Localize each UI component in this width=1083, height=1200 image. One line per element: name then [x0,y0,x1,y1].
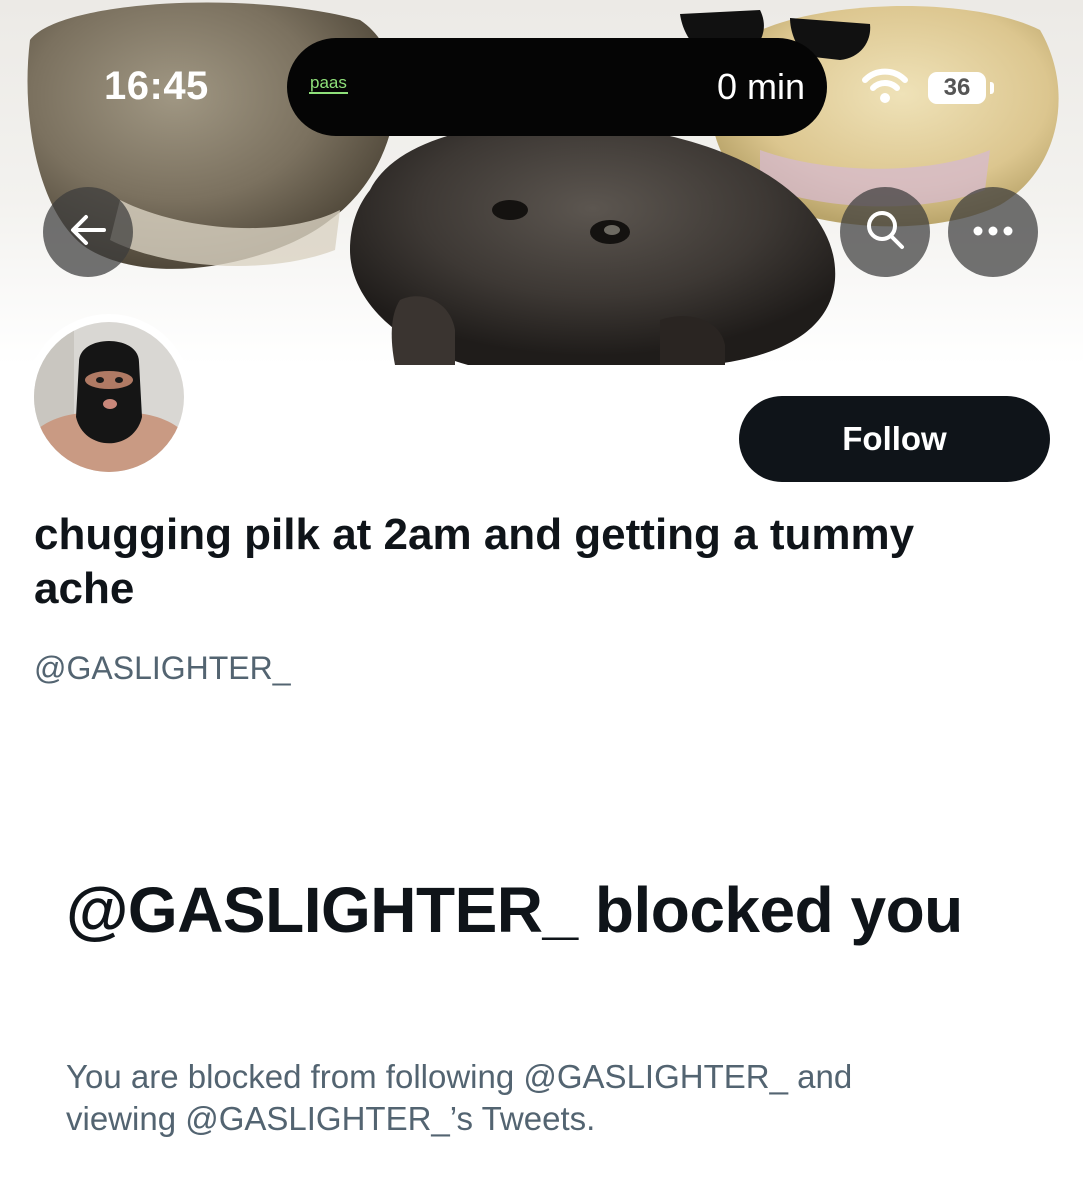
blocked-title: @GASLIGHTER_ blocked you [66,874,963,946]
dynamic-island[interactable]: paas 0 min [287,38,827,136]
back-button[interactable] [43,187,133,277]
blocked-description: You are blocked from following @GASLIGHT… [66,1058,853,1137]
activity-timer: 0 min [716,66,805,107]
status-time: 16:45 [104,64,209,108]
back-arrow-icon [68,213,108,252]
avatar[interactable] [26,314,192,480]
battery-cap [990,82,994,94]
more-icon [973,223,1013,241]
activity-label: paas [309,73,348,94]
follow-button[interactable]: Follow [739,396,1050,482]
search-icon [864,209,906,256]
avatar-image [34,322,184,472]
profile-display-name: chugging pilk at 2am and getting a tummy… [34,510,915,613]
wifi-icon [862,66,908,111]
search-button[interactable] [840,187,930,277]
more-options-button[interactable] [948,187,1038,277]
battery-icon: 36 [928,72,986,104]
profile-handle: @GASLIGHTER_ [34,650,291,686]
